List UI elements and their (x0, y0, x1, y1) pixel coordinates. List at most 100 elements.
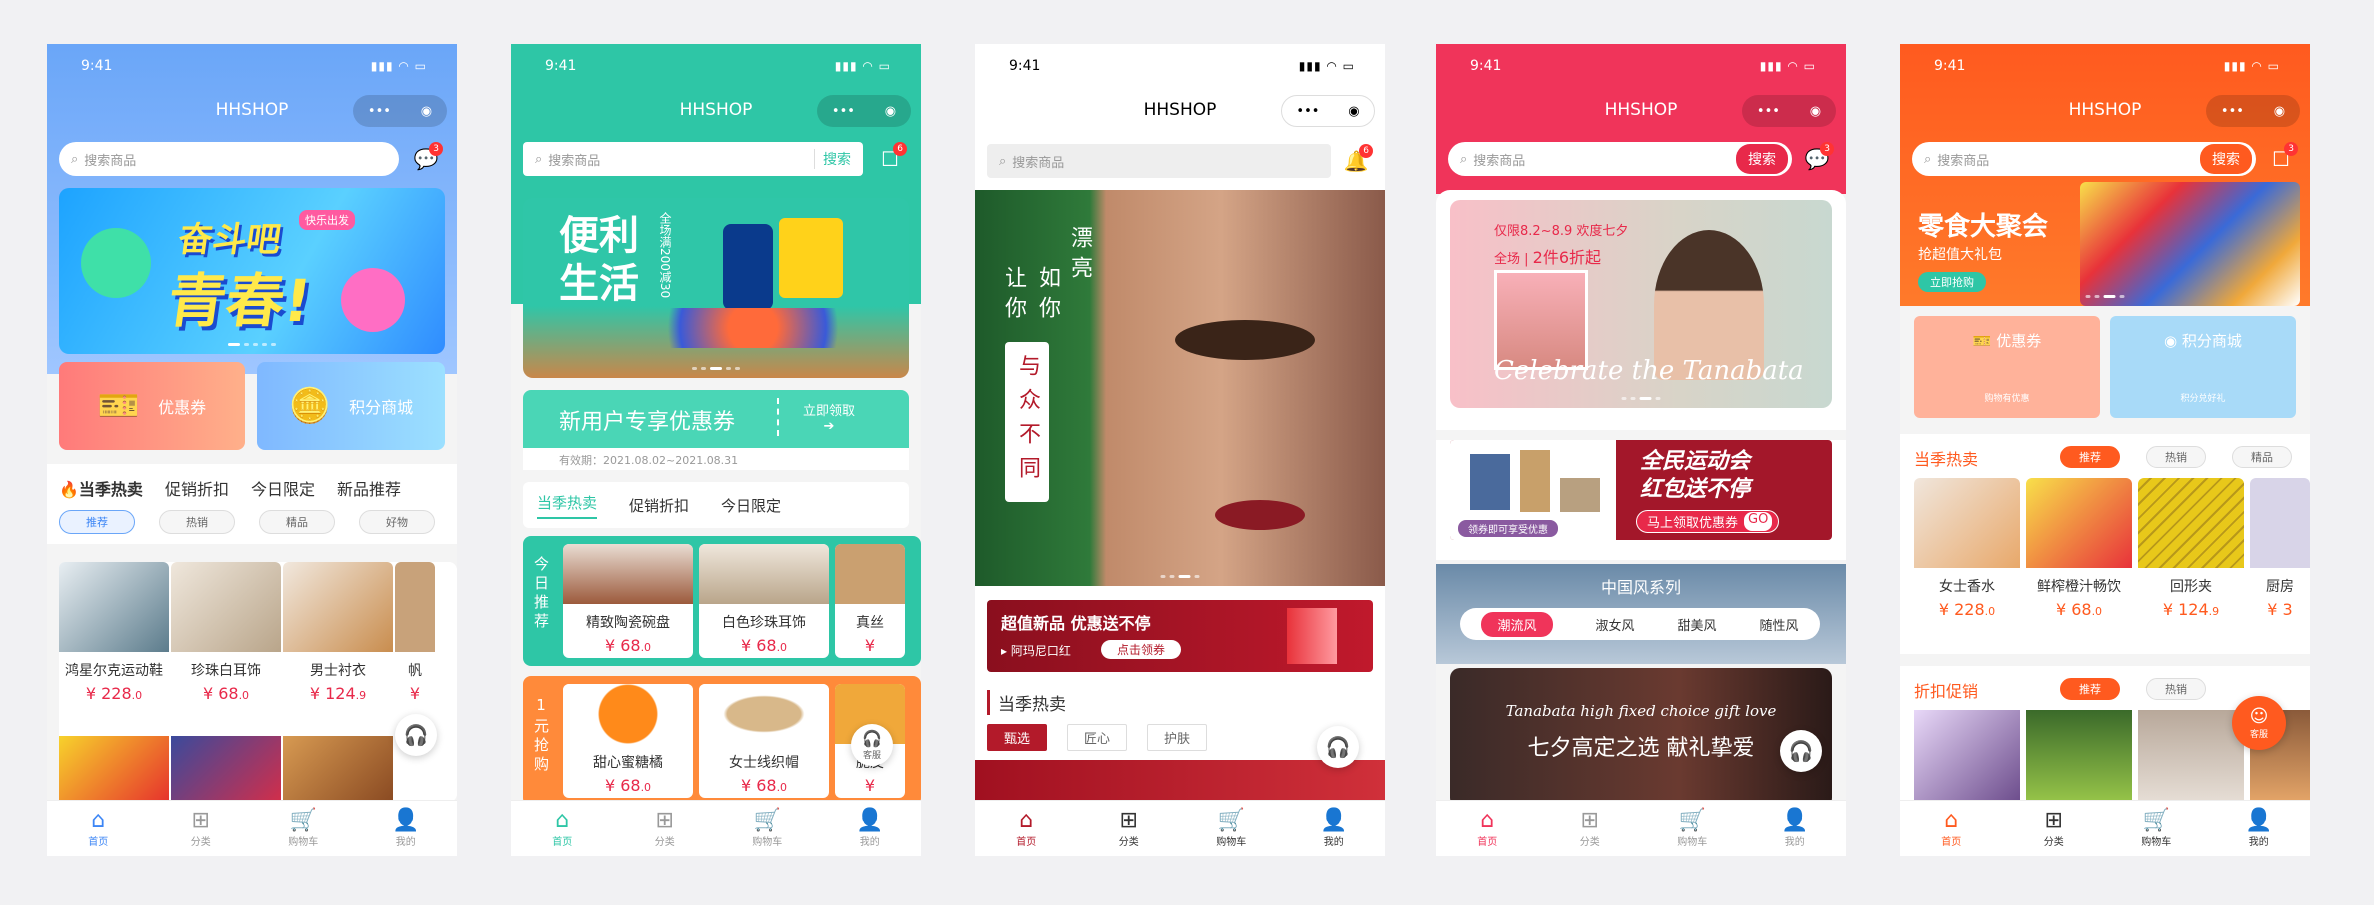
search-input[interactable]: ⌕ 搜索商品 搜索 (523, 142, 863, 176)
buy-now-button[interactable]: 立即抢购 (1918, 272, 1986, 292)
product-image-room[interactable] (2138, 710, 2244, 806)
capsule-menu[interactable]: ••• ◉ (1281, 95, 1375, 127)
chip-recommend[interactable]: 推荐 (2060, 678, 2120, 700)
tab-hot[interactable]: 🔥当季热卖 (59, 476, 143, 500)
tab-category[interactable]: ⊞ 分类 (1555, 809, 1625, 849)
search-input[interactable]: ⌕ 搜索商品 (59, 142, 399, 176)
carousel-dots[interactable] (1621, 397, 1661, 400)
search-button[interactable]: 搜索 (2200, 144, 2252, 174)
coupon-entry[interactable]: 🎫 优惠券 (59, 362, 245, 450)
tab-discount[interactable]: 促销折扣 (629, 495, 689, 516)
new-user-coupon[interactable]: 新用户专享优惠券 立即领取 ➔ 有效期：2021.08.02~2021.08.31 (523, 390, 909, 470)
carousel-dots[interactable] (1160, 575, 1200, 578)
product-image-brushes[interactable] (1914, 710, 2020, 806)
product-image-snacks[interactable] (59, 736, 169, 802)
product-card[interactable]: 帆 ¥ (395, 562, 435, 722)
capsule-menu[interactable]: ••• ◉ (2206, 95, 2300, 127)
tab-category[interactable]: ⊞ 分类 (2019, 809, 2089, 849)
search-button[interactable]: 搜索 (1736, 144, 1788, 174)
close-circle-icon[interactable]: ◉ (421, 104, 432, 119)
tab-mine[interactable]: 👤 我的 (1760, 809, 1830, 849)
hero-banner[interactable]: 漂亮 如你 让你 与众不同 (975, 190, 1385, 586)
chip-hot[interactable]: 热销 (2146, 446, 2206, 468)
search-input[interactable]: ⌕ 搜索商品 搜索 (1912, 142, 2256, 176)
get-coupon-button[interactable]: 点击领券 (1101, 640, 1182, 659)
message-icon[interactable]: 💬 3 (1800, 142, 1834, 176)
product-card[interactable]: 精致陶瓷碗盘 ¥ 68.0 (563, 544, 693, 658)
product-card[interactable]: 白色珍珠耳饰 ¥ 68.0 (699, 544, 829, 658)
chip-premium[interactable]: 精品 (259, 510, 335, 534)
product-image-plant[interactable] (2026, 710, 2132, 806)
tab-mine[interactable]: 👤 我的 (371, 809, 441, 849)
hero-banner[interactable]: 奋斗吧 青春! 快乐出发 (59, 188, 445, 354)
tab-category[interactable]: ⊞ 分类 (630, 809, 700, 849)
claim-coupon-button[interactable]: 马上领取优惠券 GO (1636, 510, 1780, 533)
chip-goods[interactable]: 好物 (359, 510, 435, 534)
tab-home[interactable]: ⌂ 首页 (991, 809, 1061, 849)
product-card[interactable]: 真丝 ¥ (835, 544, 905, 658)
carousel-dots[interactable] (228, 343, 276, 346)
more-icon[interactable]: ••• (1296, 104, 1319, 119)
more-icon[interactable]: ••• (832, 104, 855, 119)
tab-home[interactable]: ⌂ 首页 (1452, 809, 1522, 849)
hero-banner[interactable]: 零食大聚会 抢超值大礼包 立即抢购 (1900, 182, 2310, 306)
product-image-tarts[interactable] (283, 736, 393, 802)
hero-banner[interactable]: 便利 生活 全场满200减30 (523, 198, 909, 378)
bell-icon[interactable]: 🔔 6 (1339, 144, 1373, 178)
carousel-dots[interactable] (692, 367, 740, 370)
more-icon[interactable]: ••• (2221, 104, 2244, 119)
points-mall-entry[interactable]: 🪙 积分商城 (257, 362, 445, 450)
chip-recommend[interactable]: 推荐 (59, 510, 135, 534)
chip-skincare[interactable]: 护肤 (1147, 724, 1208, 751)
coupon-claim[interactable]: 立即领取 ➔ (803, 400, 855, 434)
tab-cart[interactable]: 🛒 购物车 (1196, 809, 1266, 849)
tab-cart[interactable]: 🛒 购物车 (732, 809, 802, 849)
tab-home[interactable]: ⌂ 首页 (1916, 809, 1986, 849)
style-casual[interactable]: 随性风 (1759, 615, 1798, 634)
tab-home[interactable]: ⌂ 首页 (527, 809, 597, 849)
tab-hot[interactable]: 当季热卖 (537, 492, 598, 519)
product-card[interactable]: 回形夹 ¥ 124.9 (2138, 478, 2244, 628)
more-icon[interactable]: ••• (368, 104, 391, 119)
tab-cart[interactable]: 🛒 购物车 (268, 809, 338, 849)
product-card[interactable]: 甜心蜜糖橘 ¥ 68.0 (563, 684, 693, 798)
chip-premium[interactable]: 精品 (2232, 446, 2292, 468)
tab-category[interactable]: ⊞ 分类 (166, 809, 236, 849)
tab-mine[interactable]: 👤 我的 (835, 809, 905, 849)
chip-hot[interactable]: 热销 (159, 510, 235, 534)
customer-service-button[interactable]: 🎧 客服 (851, 724, 893, 766)
close-circle-icon[interactable]: ◉ (2274, 104, 2285, 119)
close-circle-icon[interactable]: ◉ (885, 104, 896, 119)
coupon-entry[interactable]: 🎫 优惠券 购物有优惠 (1914, 316, 2100, 418)
tab-category[interactable]: ⊞ 分类 (1094, 809, 1164, 849)
chip-craft[interactable]: 匠心 (1067, 724, 1128, 751)
search-button[interactable]: 搜索 (814, 149, 859, 169)
search-input[interactable]: ⌕ 搜索商品 (987, 144, 1331, 178)
capsule-menu[interactable]: ••• ◉ (353, 95, 447, 127)
capsule-menu[interactable]: ••• ◉ (1742, 95, 1836, 127)
points-mall-entry[interactable]: ◉ 积分商城 积分兑好礼 (2110, 316, 2296, 418)
tab-cart[interactable]: 🛒 购物车 (2121, 809, 2191, 849)
style-lady[interactable]: 淑女风 (1595, 615, 1634, 634)
tab-limited[interactable]: 今日限定 (721, 495, 781, 516)
more-icon[interactable]: ••• (1757, 104, 1780, 119)
customer-service-icon[interactable]: 🎧 (1780, 730, 1822, 772)
message-icon[interactable]: ☐ 3 (2264, 142, 2298, 176)
style-trend[interactable]: 潮流风 (1481, 611, 1553, 637)
tab-new[interactable]: 新品推荐 (337, 476, 401, 500)
close-circle-icon[interactable]: ◉ (1810, 104, 1821, 119)
message-icon[interactable]: ☐ 6 (873, 142, 907, 176)
product-card[interactable]: 男士衬衣 ¥ 124.9 (283, 562, 393, 722)
tab-home[interactable]: ⌂ 首页 (63, 809, 133, 849)
carousel-dots[interactable] (2085, 295, 2125, 298)
tab-cart[interactable]: 🛒 购物车 (1657, 809, 1727, 849)
chip-hot[interactable]: 热销 (2146, 678, 2206, 700)
customer-service-icon[interactable]: 🎧 (395, 714, 437, 756)
search-input[interactable]: ⌕ 搜索商品 搜索 (1448, 142, 1792, 176)
product-card[interactable]: 鸿星尔克运动鞋 ¥ 228.0 (59, 562, 169, 722)
product-card[interactable]: 厨房 ¥ 3 (2250, 478, 2310, 628)
promo-banner[interactable]: 超值新品 优惠送不停 ▸ 阿玛尼口红 点击领券 (987, 600, 1373, 672)
tab-mine[interactable]: 👤 我的 (1299, 809, 1369, 849)
gift-banner[interactable]: Tanabata high fixed choice gift love 七夕高… (1450, 668, 1832, 808)
close-circle-icon[interactable]: ◉ (1348, 104, 1359, 119)
